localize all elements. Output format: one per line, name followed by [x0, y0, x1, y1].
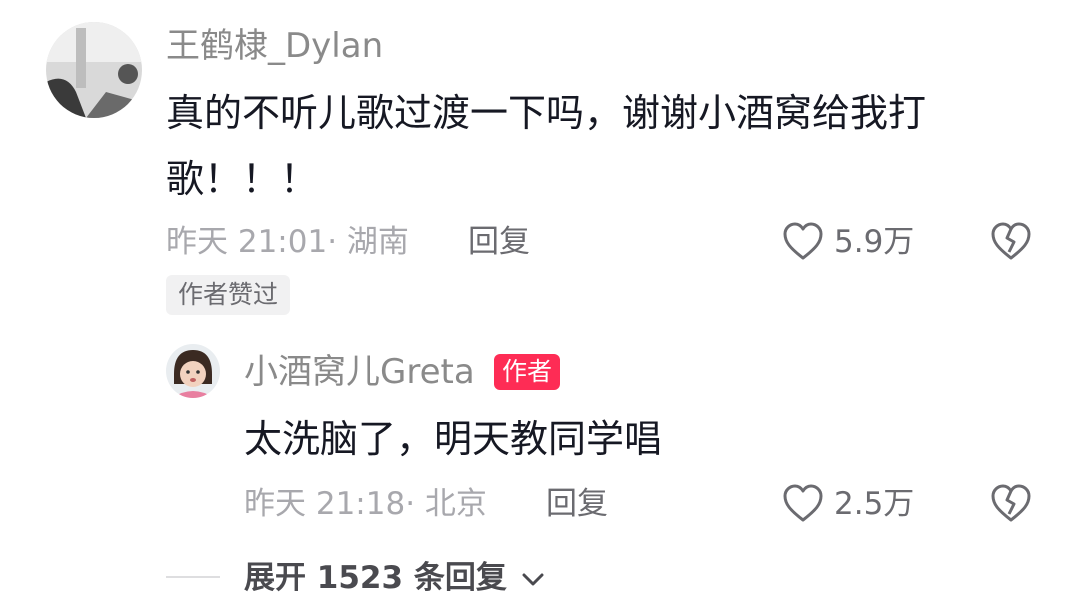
reply-avatar[interactable] — [166, 344, 220, 398]
author-liked-tag: 作者赞过 — [166, 275, 291, 315]
meta-separator: · — [327, 224, 347, 260]
broken-heart-icon[interactable] — [990, 484, 1032, 524]
reply-reply-button[interactable]: 回复 — [546, 484, 608, 524]
comment-text-line-2: 歌！！！ — [166, 157, 319, 201]
commenter-avatar[interactable] — [46, 22, 142, 118]
expand-replies-label: 展开 1523 条回复 — [244, 560, 507, 596]
expand-replies-button[interactable]: 展开 1523 条回复 — [244, 558, 544, 598]
reply-location: 北京 — [424, 486, 487, 522]
chevron-down-icon — [522, 573, 544, 587]
reply-username[interactable]: 小酒窝儿Greta — [244, 352, 475, 392]
commenter-username[interactable]: 王鹤棣_Dylan — [166, 26, 383, 66]
reply-text: 太洗脑了，明天教同学唱 — [244, 417, 663, 461]
comment-meta: 昨天 21:01· 湖南 — [166, 222, 409, 262]
heart-outline-icon[interactable] — [782, 484, 824, 524]
comment-time: 昨天 21:01 — [166, 224, 328, 260]
expand-divider — [166, 576, 220, 578]
meta-separator: · — [405, 486, 425, 522]
heart-outline-icon[interactable] — [782, 222, 824, 262]
comment-text-line-1: 真的不听儿歌过渡一下吗，谢谢小酒窝给我打 — [166, 91, 927, 135]
comment-location: 湖南 — [346, 224, 409, 260]
author-badge: 作者 — [494, 354, 561, 390]
comment-reply-button[interactable]: 回复 — [468, 222, 530, 262]
reply-meta: 昨天 21:18· 北京 — [244, 484, 487, 524]
reply-time: 昨天 21:18 — [244, 486, 406, 522]
reply-like-count: 2.5万 — [834, 486, 915, 522]
broken-heart-icon[interactable] — [990, 222, 1032, 262]
comment-like-count: 5.9万 — [834, 224, 915, 260]
